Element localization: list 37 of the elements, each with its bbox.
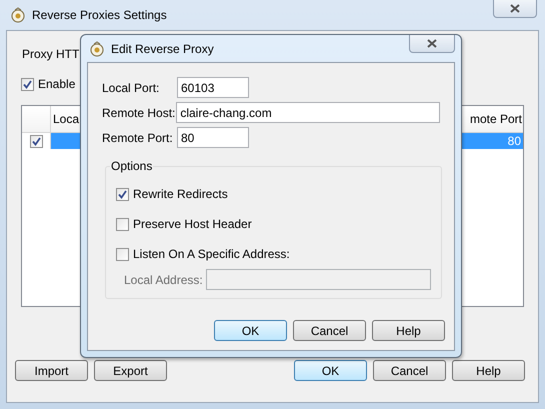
checkbox-label: Rewrite Redirects: [133, 186, 228, 203]
button[interactable]: Cancel: [373, 360, 446, 381]
app-icon: [10, 7, 26, 23]
checkbox[interactable]: [30, 134, 42, 148]
description-text: Proxy HTT: [21, 46, 80, 62]
checkbox-label: Preserve Host Header: [133, 216, 252, 233]
checkbox-label: Listen On A Specific Address:: [133, 246, 290, 263]
close-button[interactable]: [493, 0, 537, 18]
field-label: Remote Port:: [102, 130, 174, 146]
dialog-title: Edit Reverse Proxy: [111, 40, 214, 58]
close-icon: [427, 39, 437, 48]
field-label: Local Address:: [124, 272, 203, 288]
table-cell-text: 80: [508, 133, 522, 150]
input-field[interactable]: 60103: [177, 77, 249, 98]
button[interactable]: Import: [15, 360, 88, 381]
button[interactable]: Help: [452, 360, 525, 381]
column-header: mote Port: [470, 111, 523, 128]
app-icon: [89, 40, 105, 56]
close-button[interactable]: [409, 35, 455, 53]
field-label: Local Port:: [102, 80, 160, 96]
button[interactable]: Help: [372, 320, 445, 341]
button[interactable]: Cancel: [293, 320, 366, 341]
checkbox[interactable]: [116, 218, 129, 230]
group-title: Options: [110, 158, 154, 174]
field-label: Remote Host:: [102, 104, 176, 122]
checkbox[interactable]: [21, 78, 34, 90]
checkbox[interactable]: [116, 188, 129, 200]
button[interactable]: OK: [294, 360, 367, 381]
window-title: Reverse Proxies Settings: [32, 7, 167, 24]
close-icon: [510, 4, 520, 13]
checkbox[interactable]: [116, 248, 129, 260]
input-field[interactable]: 80: [177, 127, 249, 148]
column-header: Loca: [52, 111, 80, 128]
checkbox-label: Enable: [38, 76, 76, 93]
input-field[interactable]: claire-chang.com: [176, 102, 440, 123]
button[interactable]: Export: [94, 360, 167, 381]
button[interactable]: OK: [214, 320, 287, 341]
